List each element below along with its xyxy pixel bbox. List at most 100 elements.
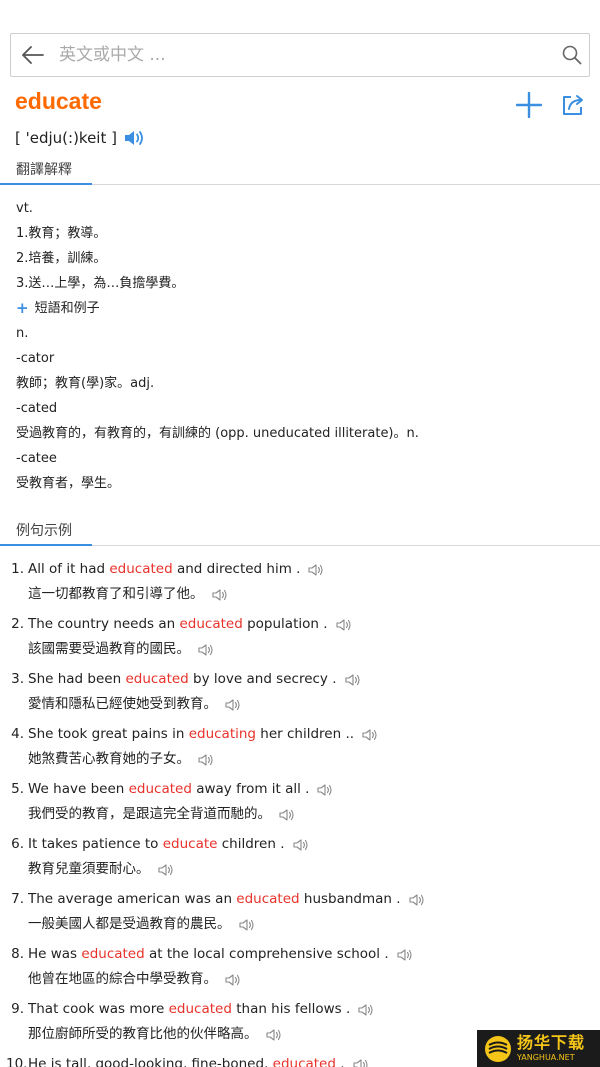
example-chinese: 我們受的教育，是跟這完全背道而馳的。 [6, 802, 594, 827]
example-text-before: We have been [28, 781, 129, 797]
example-item: 6. It takes patience to educate children … [6, 832, 594, 887]
watermark-logo: 扬华下载 YANGHUA.NET [477, 1030, 600, 1067]
play-english-audio-button[interactable] [292, 838, 309, 852]
example-text-before: He is tall, good-looking, fine-boned, [28, 1056, 273, 1067]
example-text-before: The country needs an [28, 616, 180, 632]
definition-item: 教師；教育(學)家。adj. [16, 376, 155, 391]
example-number: 6. [11, 836, 24, 852]
example-chinese-text: 那位廚師所受的教育比他的伙伴略高。 [28, 1026, 258, 1042]
speaker-icon [317, 783, 333, 796]
example-text-before: It takes patience to [28, 836, 163, 852]
example-text-after: population . [242, 616, 328, 632]
example-english: 1. All of it had educated and directed hi… [6, 557, 594, 582]
back-arrow-icon [22, 46, 44, 64]
play-chinese-audio-button[interactable] [198, 753, 214, 767]
speaker-icon [292, 838, 308, 851]
highlighted-keyword: educated [128, 781, 192, 797]
speaker-icon [238, 918, 254, 931]
example-english: 3. She had been educated by love and secr… [6, 667, 594, 692]
play-chinese-audio-button[interactable] [198, 643, 214, 657]
share-icon [563, 95, 583, 115]
translation-section-header: 翻譯解釋 [0, 159, 600, 185]
search-icon [562, 45, 582, 65]
example-english: 5. We have been educated away from it all… [6, 777, 594, 802]
example-text-after: by love and secrecy . [188, 671, 337, 687]
example-text-before: All of it had [28, 561, 110, 577]
speaker-icon [344, 673, 360, 686]
play-english-audio-button[interactable] [344, 673, 361, 687]
example-text-before: She had been [28, 671, 126, 687]
example-text-before: The average american was an [28, 891, 237, 907]
speaker-icon [225, 698, 240, 711]
play-english-audio-button[interactable] [397, 948, 413, 962]
speaker-icon [362, 728, 377, 741]
example-number: 10. [6, 1056, 28, 1067]
play-english-audio-button[interactable] [308, 563, 324, 577]
definition-item: 1.教育；教導。 [16, 226, 107, 241]
example-item: 4. She took great pains in educating her … [6, 722, 594, 777]
phrases-toggle[interactable]: + 短語和例子 [16, 296, 591, 321]
play-english-audio-button[interactable] [358, 1003, 374, 1017]
highlighted-keyword: educating [188, 726, 256, 742]
play-english-audio-button[interactable] [362, 728, 378, 742]
example-english-text: She had been educated by love and secrec… [28, 667, 337, 692]
watermark-en: YANGHUA.NET [517, 1053, 575, 1062]
example-english-text: She took great pains in educating her ch… [28, 722, 354, 747]
example-number: 3. [11, 671, 24, 687]
example-number: 8. [11, 946, 24, 962]
example-text-after: husbandman . [299, 891, 401, 907]
example-chinese-text: 他曾在地區的綜合中學受教育。 [28, 971, 217, 987]
speaker-icon [352, 1058, 368, 1067]
example-chinese-text: 該國需要受過教育的國民。 [28, 641, 190, 657]
example-item: 8. He was educated at the local comprehen… [6, 942, 594, 997]
play-english-audio-button[interactable] [352, 1058, 369, 1067]
add-to-wordbook-button[interactable] [514, 90, 544, 120]
highlighted-keyword: educated [125, 671, 189, 687]
play-chinese-audio-button[interactable] [211, 588, 228, 602]
example-chinese: 她煞費苦心教育她的子女。 [6, 747, 594, 772]
speaker-icon [335, 618, 351, 631]
example-english-text: He is tall, good-looking, fine-boned, ed… [28, 1052, 345, 1067]
expand-plus-icon: + [16, 299, 29, 317]
back-button[interactable] [11, 33, 55, 77]
play-english-audio-button[interactable] [335, 618, 352, 632]
example-text-after: . [335, 1056, 345, 1067]
derived-word: -cated [16, 401, 58, 416]
play-english-audio-button[interactable] [409, 893, 425, 907]
play-chinese-audio-button[interactable] [238, 918, 255, 932]
speaker-icon [211, 588, 227, 601]
highlighted-keyword: educated [272, 1056, 336, 1067]
play-english-audio-button[interactable] [317, 783, 333, 797]
example-chinese-text: 這一切都教育了和引導了他。 [28, 586, 204, 602]
example-number: 5. [11, 781, 24, 797]
example-english: 6. It takes patience to educate children … [6, 832, 594, 857]
example-number: 1. [11, 561, 24, 577]
example-english-text: We have been educated away from it all . [28, 777, 309, 802]
definition-item: 2.培養，訓練。 [16, 251, 107, 266]
play-chinese-audio-button[interactable] [225, 973, 241, 987]
share-button[interactable] [558, 90, 588, 120]
definition-item: 受教育者，學生。 [16, 476, 121, 491]
example-chinese: 該國需要受過教育的國民。 [6, 637, 594, 662]
play-chinese-audio-button[interactable] [279, 808, 295, 822]
example-english-text: It takes patience to educate children . [28, 832, 285, 857]
yanghua-logo-icon [485, 1035, 511, 1062]
search-input[interactable] [55, 35, 555, 75]
pronounce-button[interactable] [123, 128, 147, 148]
search-button[interactable] [555, 33, 589, 77]
speaker-icon [157, 863, 173, 876]
derived-word: -catee [16, 451, 57, 466]
play-chinese-audio-button[interactable] [157, 863, 174, 877]
phonetic-row: [ 'edju(:)keit ] [15, 128, 147, 148]
example-chinese-text: 她煞費苦心教育她的子女。 [28, 751, 190, 767]
example-chinese: 一般美國人都是受過教育的農民。 [6, 912, 594, 937]
example-number: 4. [11, 726, 24, 742]
example-english: 4. She took great pains in educating her … [6, 722, 594, 747]
example-chinese: 這一切都教育了和引導了他。 [6, 582, 594, 607]
example-english-text: The average american was an educated hus… [28, 887, 401, 912]
play-chinese-audio-button[interactable] [225, 698, 241, 712]
phrases-toggle-label: 短語和例子 [34, 301, 100, 316]
example-text-after: than his fellows . [231, 1001, 351, 1017]
play-chinese-audio-button[interactable] [265, 1028, 282, 1042]
translation-section-title: 翻譯解釋 [0, 159, 92, 185]
